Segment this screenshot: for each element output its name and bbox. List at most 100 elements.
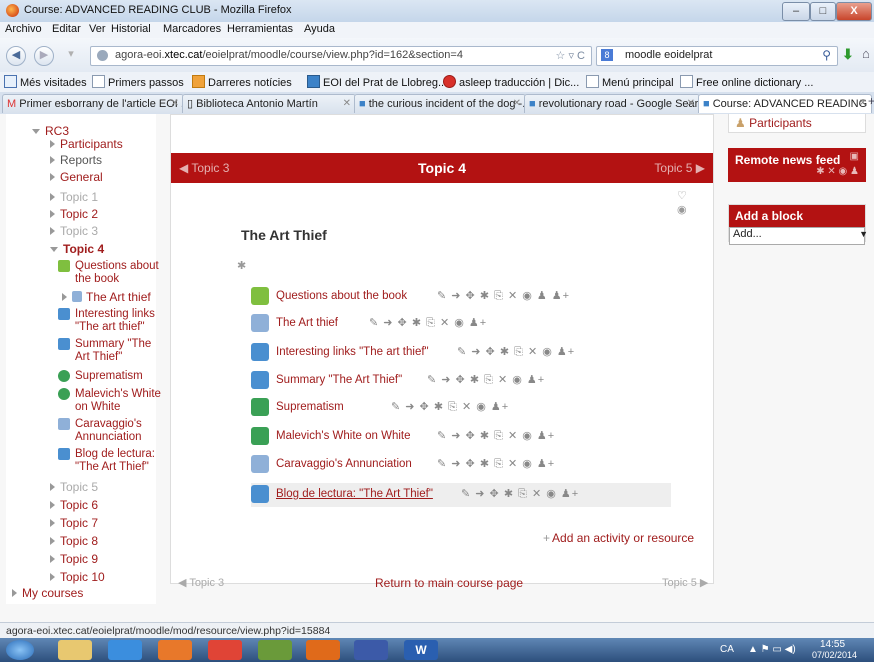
app-taskbar-icon[interactable] bbox=[258, 640, 292, 660]
close-tab-icon[interactable]: ✕ bbox=[343, 95, 351, 113]
activity-link[interactable]: Questions about the book bbox=[276, 290, 407, 302]
visibility-eye-icon[interactable]: ◉ bbox=[677, 203, 687, 216]
nav-topic-8[interactable]: Topic 8 bbox=[50, 534, 98, 548]
add-block-select[interactable]: Add... ▼ bbox=[729, 227, 868, 245]
nav-malevich[interactable]: Malevich's White on White bbox=[75, 388, 167, 414]
highlight-icon[interactable]: ♡ bbox=[677, 189, 687, 202]
bookmark-menu-principal[interactable]: Menú principal bbox=[586, 75, 674, 89]
url-bar-icons[interactable]: ☆ ▿ C bbox=[556, 49, 585, 62]
start-button-icon[interactable] bbox=[6, 640, 34, 660]
download-icon[interactable]: ⬇ bbox=[842, 46, 854, 63]
close-button[interactable]: X bbox=[836, 2, 872, 21]
tab-primer-esborrany[interactable]: M Primer esborrany de l'article EOI ... ✕ bbox=[2, 94, 184, 113]
menu-archivo[interactable]: Archivo bbox=[5, 23, 42, 35]
activity-edit-icons[interactable]: ✎ ➜ ✥ ✱ ⎘ ✕ ◉ ♟+ bbox=[437, 457, 555, 471]
bookmark-primers-passos[interactable]: Primers passos bbox=[92, 75, 184, 89]
url-bar[interactable]: agora-eoi.xtec.cat/eoielprat/moodle/cour… bbox=[90, 46, 592, 66]
activity-edit-icons[interactable]: ✎ ➜ ✥ ✱ ⎘ ✕ ◉ ♟+ bbox=[461, 487, 579, 501]
activity-link[interactable]: Summary "The Art Thief" bbox=[276, 374, 402, 386]
bookmark-free-dictionary[interactable]: Free online dictionary ... bbox=[680, 75, 813, 89]
minimize-button[interactable]: – bbox=[782, 2, 810, 21]
nav-topic-9[interactable]: Topic 9 bbox=[50, 552, 98, 566]
bookmark-mes-visitades[interactable]: Més visitades bbox=[4, 75, 87, 89]
block-edit-icons[interactable]: ✱ ✕ ◉ ♟ bbox=[816, 166, 859, 177]
nav-topic-7[interactable]: Topic 7 bbox=[50, 516, 98, 530]
activity-edit-icons[interactable]: ✎ ➜ ✥ ✱ ⎘ ✕ ◉ ♟+ bbox=[457, 345, 575, 359]
paint-taskbar-icon[interactable] bbox=[354, 640, 388, 660]
activity-link[interactable]: Interesting links "The art thief" bbox=[276, 346, 429, 358]
nav-summary[interactable]: Summary "The Art Thief" bbox=[75, 338, 167, 364]
firefox-taskbar-icon[interactable] bbox=[158, 640, 192, 660]
back-button[interactable]: ◀ bbox=[6, 46, 26, 66]
history-dropdown-icon[interactable]: ▾ bbox=[62, 46, 80, 64]
site-identity-icon[interactable] bbox=[97, 50, 108, 61]
menu-herramientas[interactable]: Herramientas bbox=[227, 23, 293, 35]
tab-revolutionary-road[interactable]: ■ revolutionary road - Google Sear... ✕ bbox=[524, 94, 700, 113]
section-edit-gear-icon[interactable]: ✱ bbox=[237, 259, 246, 272]
nav-caravaggio[interactable]: Caravaggio's Annunciation bbox=[75, 418, 167, 444]
return-main-course-link[interactable]: Return to main course page bbox=[375, 576, 523, 590]
close-tab-icon[interactable]: ✕ bbox=[859, 95, 867, 113]
media-taskbar-icon[interactable] bbox=[306, 640, 340, 660]
close-tab-icon[interactable]: ✕ bbox=[171, 95, 179, 113]
nav-my-courses[interactable]: My courses bbox=[12, 586, 83, 600]
menu-historial[interactable]: Historial bbox=[111, 23, 151, 35]
nav-the-art-thief[interactable]: The Art thief bbox=[62, 290, 151, 304]
tab-course-active[interactable]: ■ Course: ADVANCED READING C... ✕ bbox=[698, 94, 872, 113]
bookmark-asleep-traduccion[interactable]: asleep traducción | Dic... bbox=[443, 75, 579, 89]
menu-marcadores[interactable]: Marcadores bbox=[163, 23, 221, 35]
nav-topic-10[interactable]: Topic 10 bbox=[50, 570, 105, 584]
clock-time[interactable]: 14:55 bbox=[820, 639, 845, 650]
block-dock-icon[interactable]: ▣ bbox=[850, 151, 859, 162]
nav-suprematism[interactable]: Suprematism bbox=[75, 370, 167, 383]
close-tab-icon[interactable]: ✕ bbox=[687, 95, 695, 113]
google-search-icon[interactable]: 8 bbox=[601, 49, 613, 61]
tray-icons[interactable]: ▲ ⚑ ▭ ◀) bbox=[748, 644, 796, 655]
activity-edit-icons[interactable]: ✎ ➜ ✥ ✱ ⎘ ✕ ◉ ♟+ bbox=[427, 373, 545, 387]
participants-link[interactable]: ♟ Participants bbox=[729, 114, 865, 132]
ie-taskbar-icon[interactable] bbox=[108, 640, 142, 660]
nav-general[interactable]: General bbox=[50, 170, 103, 184]
clock-date[interactable]: 07/02/2014 bbox=[812, 650, 857, 660]
language-indicator[interactable]: CA bbox=[720, 644, 734, 655]
bottom-prev-topic-link[interactable]: ◀ Topic 3 bbox=[178, 576, 224, 589]
activity-link[interactable]: Malevich's White on White bbox=[276, 430, 411, 442]
nav-interesting-links[interactable]: Interesting links "The art thief" bbox=[75, 308, 167, 334]
maximize-button[interactable]: □ bbox=[810, 2, 836, 21]
activity-edit-icons[interactable]: ✎ ➜ ✥ ✱ ⎘ ✕ ◉ ♟+ bbox=[437, 429, 555, 443]
search-input[interactable]: moodle eoidelprat bbox=[625, 49, 712, 61]
nav-course-rc3[interactable]: RC3 bbox=[32, 124, 69, 138]
next-topic-link[interactable]: Topic 5 ▶ bbox=[654, 161, 705, 175]
nav-topic-3[interactable]: Topic 3 bbox=[50, 224, 98, 238]
activity-link[interactable]: The Art thief bbox=[276, 317, 338, 329]
search-box[interactable]: 8 moodle eoidelprat ⚲ bbox=[596, 46, 838, 66]
activity-link[interactable]: Suprematism bbox=[276, 401, 344, 413]
forward-button[interactable]: ▶ bbox=[34, 46, 54, 66]
search-icon[interactable]: ⚲ bbox=[822, 48, 831, 62]
nav-topic-5[interactable]: Topic 5 bbox=[50, 480, 98, 494]
new-tab-icon[interactable]: + bbox=[868, 94, 874, 108]
bookmark-darreres-noticies[interactable]: Darreres notícies bbox=[192, 75, 292, 89]
add-activity-link[interactable]: + Add an activity or resource bbox=[543, 531, 694, 545]
tab-biblioteca[interactable]: ▯ Biblioteca Antonio Martín ✕ bbox=[182, 94, 356, 113]
home-icon[interactable]: ⌂ bbox=[862, 46, 870, 61]
menu-ayuda[interactable]: Ayuda bbox=[304, 23, 335, 35]
nav-topic-1[interactable]: Topic 1 bbox=[50, 190, 98, 204]
nav-participants[interactable]: Participants bbox=[50, 137, 123, 151]
bottom-next-topic-link[interactable]: Topic 5 ▶ bbox=[662, 576, 708, 589]
nav-questions-about-book[interactable]: Questions about the book bbox=[75, 260, 167, 286]
nav-reports[interactable]: Reports bbox=[50, 153, 102, 167]
activity-link[interactable]: Blog de lectura: "The Art Thief" bbox=[276, 488, 433, 500]
nav-topic-2[interactable]: Topic 2 bbox=[50, 207, 98, 221]
word-taskbar-icon[interactable]: W bbox=[404, 640, 438, 660]
menu-editar[interactable]: Editar bbox=[52, 23, 81, 35]
activity-edit-icons[interactable]: ✎ ➜ ✥ ✱ ⎘ ✕ ◉ ♟+ bbox=[369, 316, 487, 330]
explorer-taskbar-icon[interactable] bbox=[58, 640, 92, 660]
menu-ver[interactable]: Ver bbox=[89, 23, 106, 35]
nav-blog-de-lectura[interactable]: Blog de lectura: "The Art Thief" bbox=[75, 448, 167, 474]
activity-edit-icons[interactable]: ✎ ➜ ✥ ✱ ⎘ ✕ ◉ ♟+ bbox=[391, 400, 509, 414]
activity-link[interactable]: Caravaggio's Annunciation bbox=[276, 458, 412, 470]
nav-topic-6[interactable]: Topic 6 bbox=[50, 498, 98, 512]
activity-edit-icons[interactable]: ✎ ➜ ✥ ✱ ⎘ ✕ ◉ ♟ ♟+ bbox=[437, 289, 570, 303]
nav-topic-4[interactable]: Topic 4 bbox=[50, 242, 104, 256]
